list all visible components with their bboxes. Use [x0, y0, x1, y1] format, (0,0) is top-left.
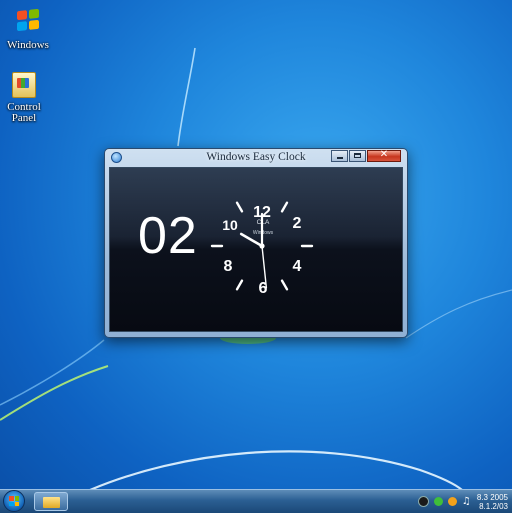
dial-number-10: 10: [222, 217, 238, 233]
clock-window: Windows Easy Clock ✕ 02 12 2 4 6 8 10 CL…: [104, 148, 408, 338]
volume-icon[interactable]: ♫: [462, 496, 471, 507]
analog-clock-dial: 12 2 4 6 8 10 CLA Windows: [210, 201, 314, 297]
desktop-icon-label: Windows: [7, 39, 49, 51]
taskbar-explorer-button[interactable]: [34, 492, 68, 511]
windows-logo-icon: [13, 8, 43, 38]
dial-number-2: 2: [293, 215, 302, 232]
dial-number-4: 4: [293, 258, 302, 275]
clock-hub: [259, 243, 265, 249]
window-titlebar[interactable]: Windows Easy Clock ✕: [105, 149, 407, 167]
dial-tick-mark: [235, 201, 244, 213]
dial-tick-mark: [235, 279, 244, 291]
shield-icon[interactable]: [417, 496, 429, 507]
dial-caption-line-1: CLA: [257, 219, 270, 226]
minimize-icon: [337, 157, 343, 159]
dial-caption-line-2: Windows: [253, 230, 274, 236]
folder-icon: [43, 497, 60, 508]
control-panel-icon: [9, 72, 39, 100]
start-button[interactable]: [3, 490, 25, 512]
globe-icon[interactable]: [447, 497, 457, 506]
desktop-icon-windows[interactable]: Windows: [0, 6, 56, 51]
maximize-icon: [354, 153, 361, 158]
desktop-icon-label-line-2: Panel: [11, 112, 37, 124]
start-orb-icon: [9, 496, 19, 506]
dial-tick-mark: [280, 201, 289, 213]
digital-time-display: 02: [138, 207, 198, 265]
close-icon: ✕: [379, 149, 389, 160]
taskbar: ♫ 8.3 2005 8.1.2/03: [0, 489, 512, 513]
close-button[interactable]: ✕: [367, 149, 401, 162]
caption-buttons: ✕: [331, 149, 401, 162]
tray-clock-line-2: 8.1.2/03: [479, 501, 508, 511]
minimize-button[interactable]: [331, 150, 348, 162]
tray-clock-line-1: 8.3 2005: [476, 492, 508, 502]
dial-number-8: 8: [224, 258, 233, 275]
clock-panel: 02 12 2 4 6 8 10 CLA Windows: [109, 167, 403, 332]
desktop-icon-control-panel[interactable]: Control Panel: [0, 70, 52, 124]
system-tray: ♫ 8.3 2005 8.1.2/03: [413, 490, 508, 513]
maximize-button[interactable]: [349, 150, 366, 162]
network-icon[interactable]: [433, 497, 443, 506]
dial-tick-mark: [280, 279, 289, 291]
tray-clock[interactable]: 8.3 2005 8.1.2/03: [477, 493, 508, 511]
